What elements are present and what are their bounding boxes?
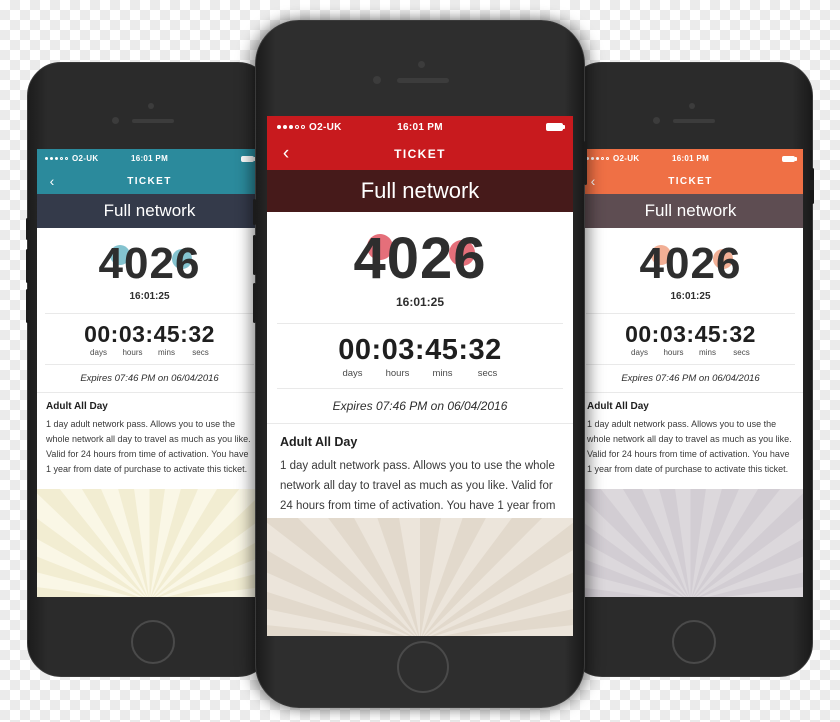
phone-right: O2-UK 16:01 PM ‹ TICKET Full network 4026 16:0… <box>567 62 814 677</box>
battery-full-icon <box>241 155 254 162</box>
countdown-label-hours: hours <box>122 348 143 357</box>
power-button[interactable] <box>584 141 587 185</box>
front-camera-icon <box>688 103 695 109</box>
nav-title: TICKET <box>394 147 446 161</box>
status-bar: O2-UK 16:01 PM <box>578 149 803 168</box>
ticket-timestamp: 16:01:25 <box>129 291 170 302</box>
phone-screen-right: O2-UK 16:01 PM ‹ TICKET Full network 4026 16:0… <box>578 149 803 597</box>
status-bar: O2-UK 16:01 PM <box>267 116 573 138</box>
home-button[interactable] <box>130 620 175 664</box>
ticket-number-value: 4026 <box>98 239 201 288</box>
ticket-description: Adult All Day 1 day adult network pass. A… <box>37 393 262 477</box>
phone-center: O2-UK 16:01 PM ‹ TICKET Full network 4026 16:0… <box>253 20 587 708</box>
countdown-label-mins: mins <box>699 348 716 357</box>
home-button[interactable] <box>397 641 449 693</box>
earpiece-speaker <box>397 78 449 83</box>
earpiece-speaker <box>131 119 174 123</box>
countdown-labels: days hours mins secs <box>267 368 573 379</box>
volume-button[interactable] <box>26 289 29 323</box>
ticket-number: 4026 <box>267 212 573 288</box>
countdown-label-secs: secs <box>733 348 750 357</box>
description-title: Adult All Day <box>46 401 108 412</box>
countdown-labels: days hours mins secs <box>578 348 803 357</box>
home-button[interactable] <box>671 620 716 664</box>
ticket-timestamp: 16:01:25 <box>670 291 711 302</box>
chevron-left-icon[interactable]: ‹ <box>45 168 59 194</box>
ticket-name-band: Full network <box>267 170 573 212</box>
countdown-timer: 00:03:45:32 days hours mins secs <box>267 324 573 388</box>
countdown-label-hours: hours <box>663 348 684 357</box>
proximity-sensor-icon <box>111 117 119 124</box>
description-title: Adult All Day <box>280 435 358 449</box>
ticket-number: 4026 <box>37 228 262 286</box>
description-body: 1 day adult network pass. Allows you to … <box>46 419 251 474</box>
countdown-timer: 00:03:45:32 days hours mins secs <box>578 314 803 364</box>
nav-bar: ‹ TICKET <box>267 138 573 170</box>
countdown-label-days: days <box>631 348 648 357</box>
phone-screen-left: O2-UK 16:01 PM ‹ TICKET Full network 4026 16:0… <box>37 149 262 597</box>
status-bar-clock: 16:01 PM <box>130 154 169 163</box>
mute-switch[interactable] <box>26 218 29 240</box>
ticket-name-band: Full network <box>578 194 803 228</box>
ticket-card: 4026 16:01:25 00:03:45:32 days hours mins secs… <box>37 228 262 489</box>
countdown-timer: 00:03:45:32 days hours mins secs <box>37 314 262 364</box>
chevron-left-icon[interactable]: ‹ <box>586 168 600 194</box>
volume-button[interactable] <box>26 249 29 283</box>
power-button[interactable] <box>811 168 814 204</box>
ticket-number-value: 4026 <box>353 226 487 291</box>
front-camera-icon <box>147 103 154 109</box>
nav-title: TICKET <box>668 175 713 187</box>
countdown-digits: 00:03:45:32 <box>338 334 502 366</box>
status-bar-clock: 16:01 PM <box>671 154 710 163</box>
volume-button[interactable] <box>253 283 256 323</box>
countdown-label-days: days <box>342 368 363 379</box>
phone-left: O2-UK 16:01 PM ‹ TICKET Full network 4026 16:0… <box>26 62 273 677</box>
ticket-timestamp: 16:01:25 <box>395 295 445 309</box>
status-bar: O2-UK 16:01 PM <box>37 149 262 168</box>
ticket-name-band: Full network <box>37 194 262 228</box>
countdown-label-days: days <box>90 348 107 357</box>
volume-button[interactable] <box>253 235 256 275</box>
expiry-text: Expires 07:46 PM on 06/04/2016 <box>332 399 508 413</box>
countdown-label-mins: mins <box>158 348 175 357</box>
phone-screen-center: O2-UK 16:01 PM ‹ TICKET Full network 4026 16:0… <box>267 116 573 636</box>
description-body: 1 day adult network pass. Allows you to … <box>587 419 792 474</box>
ticket-number-value: 4026 <box>639 239 742 288</box>
countdown-labels: days hours mins secs <box>37 348 262 357</box>
ticket-card: 4026 16:01:25 00:03:45:32 days hours mins secs… <box>267 212 573 532</box>
ticket-card: 4026 16:01:25 00:03:45:32 days hours mins secs… <box>578 228 803 489</box>
sunburst-footer <box>37 489 262 597</box>
proximity-sensor-icon <box>373 76 381 84</box>
description-title: Adult All Day <box>587 401 649 412</box>
earpiece-speaker <box>672 119 715 123</box>
nav-bar: ‹ TICKET <box>578 168 803 194</box>
nav-bar: ‹ TICKET <box>37 168 262 194</box>
sunburst-footer <box>267 518 573 636</box>
mute-switch[interactable] <box>253 199 256 225</box>
sunburst-footer <box>578 489 803 597</box>
countdown-label-secs: secs <box>192 348 209 357</box>
battery-full-icon <box>782 155 795 162</box>
countdown-digits: 00:03:45:32 <box>625 321 756 347</box>
ticket-number: 4026 <box>578 228 803 286</box>
nav-title: TICKET <box>127 175 172 187</box>
countdown-label-hours: hours <box>385 368 410 379</box>
countdown-label-secs: secs <box>477 368 498 379</box>
ticket-description: Adult All Day 1 day adult network pass. A… <box>578 393 803 477</box>
expiry-text: Expires 07:46 PM on 06/04/2016 <box>621 373 760 384</box>
status-bar-clock: 16:01 PM <box>397 121 443 133</box>
chevron-left-icon[interactable]: ‹ <box>277 138 295 170</box>
expiry-text: Expires 07:46 PM on 06/04/2016 <box>80 373 219 384</box>
scene-canvas: O2-UK 16:01 PM ‹ TICKET Full network 4026 16:0… <box>0 0 840 722</box>
countdown-digits: 00:03:45:32 <box>84 321 215 347</box>
proximity-sensor-icon <box>652 117 660 124</box>
battery-full-icon <box>546 123 563 131</box>
front-camera-icon <box>417 61 425 68</box>
countdown-label-mins: mins <box>432 368 453 379</box>
